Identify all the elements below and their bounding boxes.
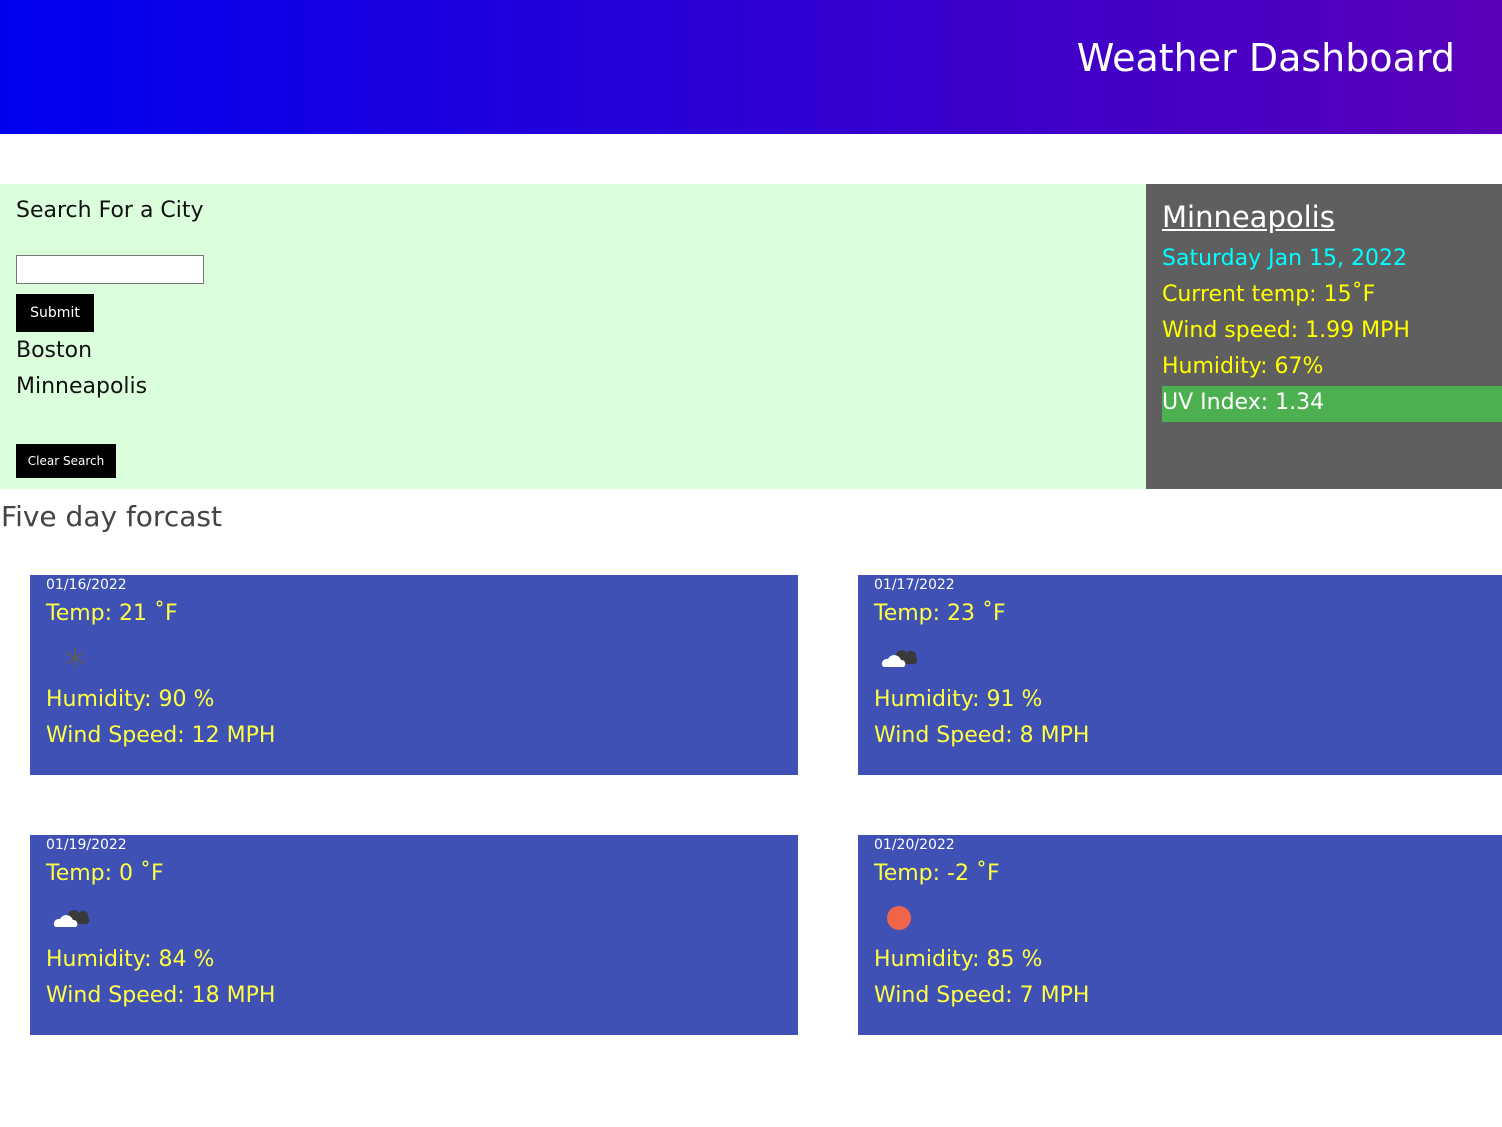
history-item-minneapolis[interactable]: Minneapolis bbox=[16, 374, 147, 399]
current-temp: Current temp: 15˚F bbox=[1162, 282, 1376, 307]
forecast-humidity: Humidity: 91 % bbox=[874, 687, 1043, 712]
header-banner: Weather Dashboard bbox=[0, 0, 1502, 134]
forecast-wind: Wind Speed: 18 MPH bbox=[46, 983, 276, 1008]
forecast-card: 01/20/2022 Temp: -2 ˚F Humidity: 85 % Wi… bbox=[858, 835, 1502, 1035]
snow-icon bbox=[50, 643, 86, 673]
current-date: Saturday Jan 15, 2022 bbox=[1162, 246, 1408, 271]
current-weather-panel: Minneapolis Saturday Jan 15, 2022 Curren… bbox=[1146, 184, 1502, 489]
current-wind: Wind speed: 1.99 MPH bbox=[1162, 318, 1410, 343]
forecast-date: 01/16/2022 bbox=[46, 577, 127, 593]
forecast-temp: Temp: 21 ˚F bbox=[46, 601, 178, 626]
uv-index-text: UV Index: 1.34 bbox=[1162, 390, 1325, 415]
forecast-humidity: Humidity: 90 % bbox=[46, 687, 215, 712]
page-title: Weather Dashboard bbox=[1076, 36, 1455, 80]
submit-button[interactable]: Submit bbox=[16, 294, 94, 332]
forecast-humidity: Humidity: 84 % bbox=[46, 947, 215, 972]
clear-search-button[interactable]: Clear Search bbox=[16, 444, 116, 478]
forecast-wind: Wind Speed: 8 MPH bbox=[874, 723, 1090, 748]
search-panel: Search For a City Submit Boston Minneapo… bbox=[0, 184, 1146, 489]
current-humidity: Humidity: 67% bbox=[1162, 354, 1324, 379]
search-heading: Search For a City bbox=[16, 198, 204, 223]
forecast-title: Five day forcast bbox=[1, 500, 222, 533]
current-city-name: Minneapolis bbox=[1162, 200, 1335, 234]
uv-index-badge: UV Index: 1.34 bbox=[1162, 386, 1502, 422]
forecast-wind: Wind Speed: 7 MPH bbox=[874, 983, 1090, 1008]
forecast-card: 01/17/2022 Temp: 23 ˚F Humidity: 91 % Wi… bbox=[858, 575, 1502, 775]
history-item-boston[interactable]: Boston bbox=[16, 338, 92, 363]
forecast-date: 01/20/2022 bbox=[874, 837, 955, 853]
cloudy-icon bbox=[50, 903, 90, 933]
forecast-temp: Temp: -2 ˚F bbox=[874, 861, 1000, 886]
forecast-card: 01/19/2022 Temp: 0 ˚F Humidity: 84 % Win… bbox=[30, 835, 798, 1035]
forecast-humidity: Humidity: 85 % bbox=[874, 947, 1043, 972]
forecast-date: 01/19/2022 bbox=[46, 837, 127, 853]
city-search-input[interactable] bbox=[16, 255, 204, 284]
forecast-date: 01/17/2022 bbox=[874, 577, 955, 593]
forecast-wind: Wind Speed: 12 MPH bbox=[46, 723, 276, 748]
forecast-card: 01/16/2022 Temp: 21 ˚F Humidity: 90 % Wi… bbox=[30, 575, 798, 775]
sun-icon bbox=[878, 903, 914, 933]
cloudy-icon bbox=[878, 643, 918, 673]
forecast-temp: Temp: 23 ˚F bbox=[874, 601, 1006, 626]
forecast-temp: Temp: 0 ˚F bbox=[46, 861, 164, 886]
